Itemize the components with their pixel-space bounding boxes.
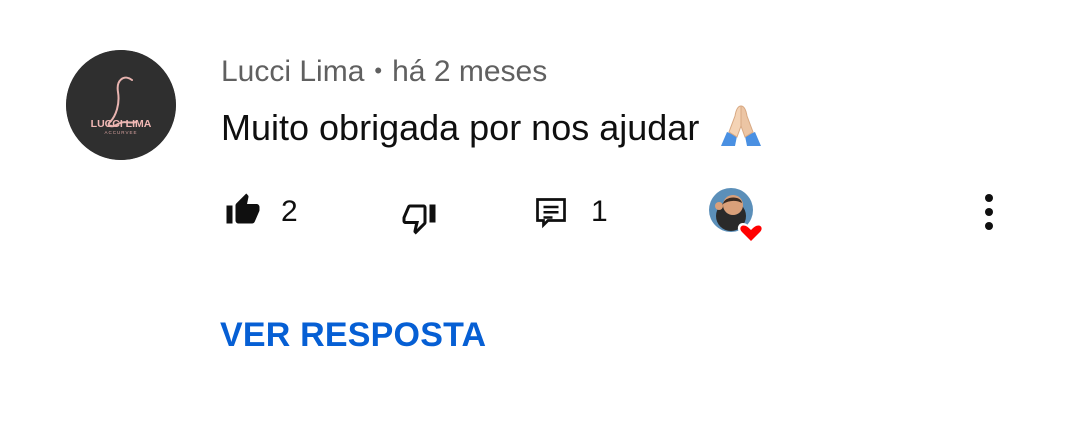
comment-meta: Lucci Lima • há 2 meses (221, 53, 547, 90)
comment-body: Muito obrigada por nos ajudar (221, 107, 700, 148)
like-button[interactable] (224, 192, 262, 228)
comment-timestamp[interactable]: há 2 meses (392, 55, 547, 88)
comment-text: Muito obrigada por nos ajudar (221, 102, 765, 150)
heart-icon (740, 225, 762, 241)
reply-button[interactable] (533, 194, 569, 232)
avatar-brand-subtext: ACCURVEE (105, 130, 138, 135)
more-options-button[interactable] (974, 192, 1004, 234)
view-replies-link[interactable]: VER RESPOSTA (220, 314, 486, 356)
thumb-down-icon (402, 204, 436, 235)
creator-heart-badge (707, 186, 767, 246)
reply-count: 1 (591, 195, 608, 228)
author-name[interactable]: Lucci Lima (221, 55, 364, 88)
avatar-brand-text: LUCCI LIMA (91, 118, 152, 130)
comment-icon (536, 198, 566, 229)
author-avatar[interactable]: LUCCI LIMA ACCURVEE (66, 50, 176, 160)
more-vertical-icon (985, 194, 993, 230)
praying-hands-emoji (717, 102, 765, 148)
thumb-up-filled-icon (226, 193, 260, 224)
meta-separator: • (374, 58, 383, 83)
like-count: 2 (281, 195, 298, 228)
dislike-button[interactable] (400, 200, 438, 236)
